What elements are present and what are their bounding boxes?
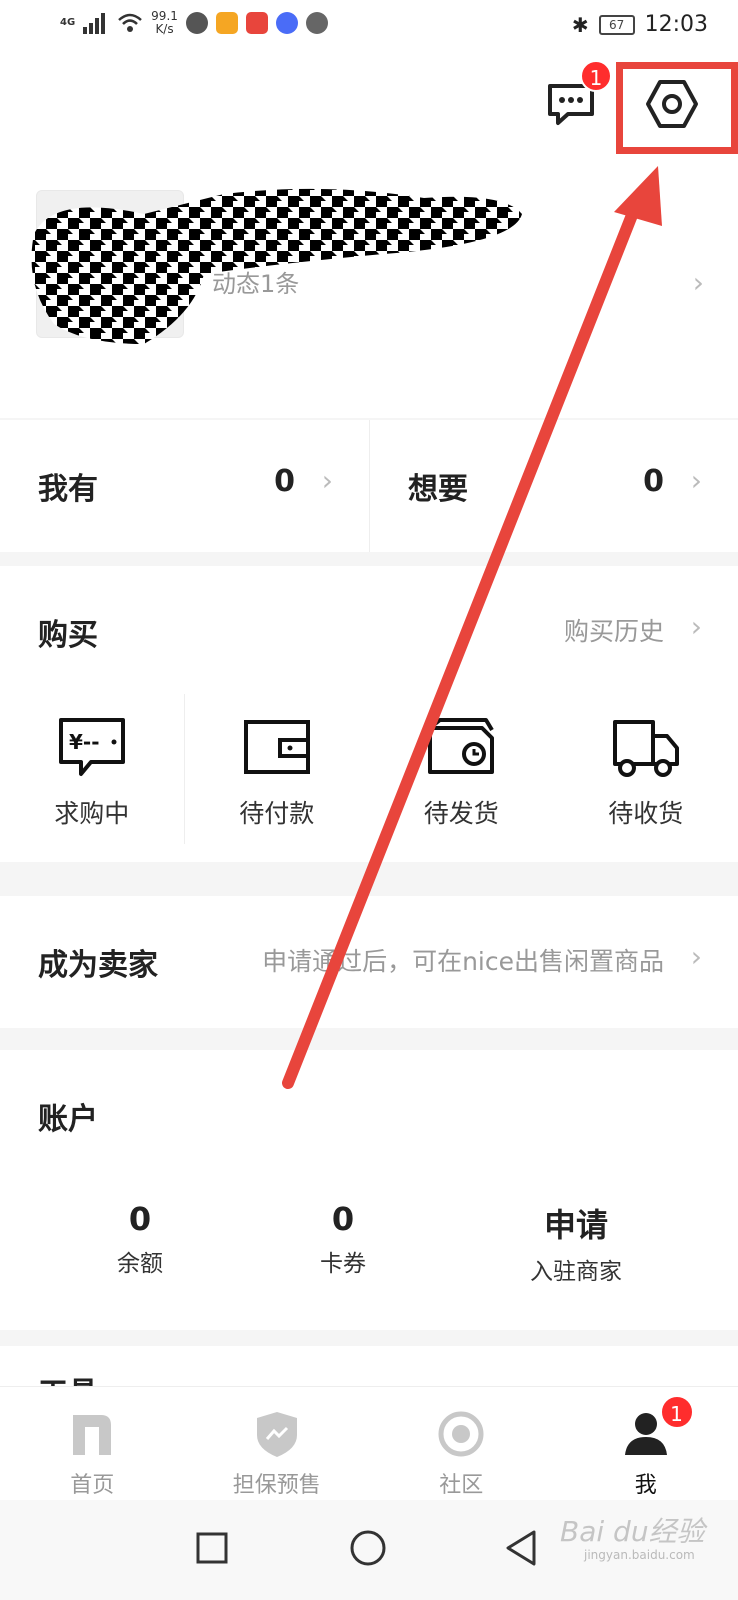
purchase-item-receive[interactable]: 待收货 [554,694,738,844]
shield-icon [256,1412,297,1457]
message-badge: 1 [580,60,612,92]
tab-label: 社区 [439,1473,484,1498]
circle-target-icon [438,1411,484,1457]
home-circle-icon[interactable] [346,1526,390,1570]
tools-section: 工具 [0,1346,738,1386]
purchase-history-link[interactable]: 购买历史 [564,612,664,648]
chevron-right-icon: › [690,940,702,973]
speed-value: 99.1 [151,9,178,23]
me-badge: 1 [659,1395,694,1429]
chevron-right-icon: › [321,464,333,497]
back-triangle-icon[interactable] [500,1526,544,1570]
privacy-mosaic [31,188,522,344]
hand-app-icon [305,12,328,34]
bluetooth-icon: ✱ [571,12,589,37]
wanted-value: 0 [643,464,664,499]
store-app-icon [245,12,268,34]
profile-card[interactable]: 动态1条 › [0,160,738,418]
balance-value: 0 [128,1200,152,1238]
tab-me[interactable]: 我 1 [554,1387,738,1500]
tab-label: 首页 [70,1473,115,1498]
purchase-item-label: 待付款 [239,799,315,828]
wallet-icon [243,720,310,774]
stats-row: 我有 0 › 想要 0 › [0,420,738,552]
merchant-apply-label: 入驻商家 [530,1259,622,1285]
tab-label: 我 [634,1473,657,1498]
purchase-item-ship[interactable]: 待发货 [369,694,554,844]
truck-icon [612,720,679,777]
profile-subtitle: 动态1条 [212,270,300,298]
status-right: ✱ 67 12:03 [572,12,708,37]
purchase-item-pay[interactable]: 待付款 [185,694,370,844]
merchant-apply-value: 申请 [543,1206,608,1244]
network-speed: 99.1 K/s [151,10,178,36]
balance-item[interactable]: 0 余额 [100,1200,180,1278]
bottom-tab-bar: 首页 担保预售 社区 我 1 [0,1386,738,1500]
seller-title: 成为卖家 [38,948,158,983]
video-app-icon [215,12,238,34]
seller-description: 申请通过后，可在nice出售闲置商品 [262,947,664,976]
owned-value: 0 [274,464,295,499]
coupon-value: 0 [331,1200,355,1238]
purchase-grid: ¥-- 求购中 待付款 待发货 待收货 [0,694,738,844]
coupon-label: 卡券 [320,1251,366,1277]
baidu-watermark: Bai du经验 [560,1515,705,1548]
purchase-title: 购买 [38,618,98,653]
wanted-stat[interactable]: 想要 0 › [369,420,738,552]
purchase-item-label: 待发货 [423,799,499,828]
coupon-item[interactable]: 0 卡券 [303,1200,383,1278]
purchase-section: 购买 购买历史 › ¥-- 求购中 待付款 待发货 待收货 [0,566,738,862]
speed-unit: K/s [155,22,174,36]
signal-icon [83,13,106,34]
box-clock-icon [428,718,495,774]
tab-home[interactable]: 首页 [0,1387,185,1500]
network-indicator: 4G [60,17,76,28]
chevron-right-icon: › [690,464,702,497]
tab-community[interactable]: 社区 [369,1387,554,1500]
status-left: 4G 99.1 K/s [60,10,328,36]
owned-label: 我有 [38,472,98,507]
tools-title: 工具 [38,1368,98,1386]
account-grid: 0 余额 0 卡券 申请 入驻商家 [0,1200,738,1310]
wifi-icon [118,13,143,32]
clock: 12:03 [644,12,708,37]
purchase-item-wanted[interactable]: ¥-- 求购中 [0,694,185,844]
wanted-tag-icon: ¥-- [58,718,125,776]
svg-text:¥--: ¥-- [69,730,100,754]
recents-square-icon[interactable] [190,1526,234,1570]
chevron-right-icon: › [690,610,702,643]
purchase-item-label: 待收货 [608,799,684,828]
account-section: 账户 0 余额 0 卡券 申请 入驻商家 [0,1050,738,1330]
wanted-label: 想要 [408,472,468,507]
music-app-icon [275,12,298,34]
chevron-right-icon: › [692,266,704,299]
baidu-watermark-url: jingyan.baidu.com [584,1548,695,1562]
tab-label: 担保预售 [232,1473,321,1498]
battery-icon: 67 [598,14,635,35]
purchase-item-label: 求购中 [54,799,130,828]
balance-label: 余额 [117,1251,163,1277]
status-bar: 4G 99.1 K/s ✱ 67 12:03 [0,0,738,56]
owned-stat[interactable]: 我有 0 › [0,420,369,552]
tab-guarantee-presale[interactable]: 担保预售 [185,1387,370,1500]
merchant-apply-item[interactable]: 申请 入驻商家 [516,1200,636,1286]
top-bar: 1 [0,56,738,160]
account-title: 账户 [38,1102,98,1137]
message-app-icon [185,12,208,34]
n-logo-icon [73,1415,112,1455]
seller-section[interactable]: 成为卖家 申请通过后，可在nice出售闲置商品 › [0,896,738,1028]
settings-highlight-box [616,62,738,154]
